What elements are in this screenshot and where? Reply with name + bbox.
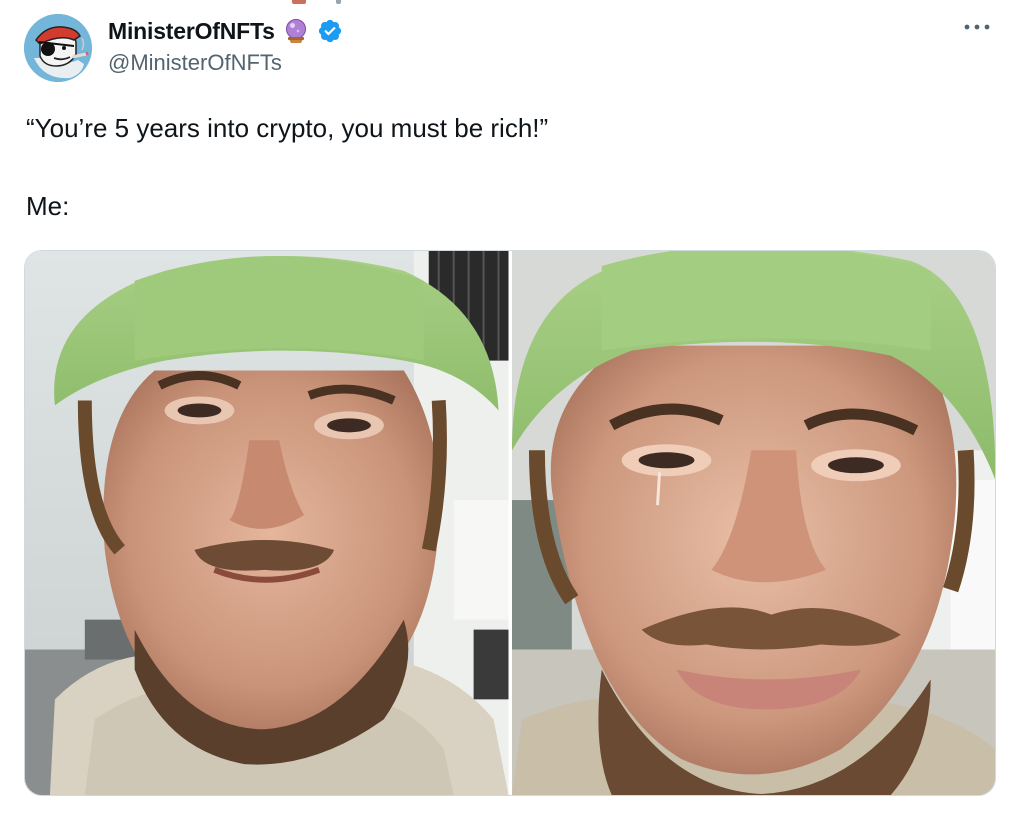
pirate-cartoon-avatar-icon [24,14,92,82]
tweet-text-line-2: Me: [26,191,70,221]
tweet-text: “You’re 5 years into crypto, you must be… [26,108,548,226]
more-options-icon [964,24,990,30]
author-display-name[interactable]: MinisterOfNFTs [108,18,275,45]
crystal-ball-icon [283,18,309,44]
tweet-text-spacer [26,148,548,186]
media-grid [24,250,996,796]
author-handle[interactable]: @MinisterOfNFTs [108,50,282,76]
avatar[interactable] [24,14,92,82]
more-options-button[interactable] [960,12,994,42]
tweet: MinisterOfNFTs @MinisterOfNFTs “You’re 5… [0,0,1024,817]
tweet-text-line-1: “You’re 5 years into crypto, you must be… [26,113,549,143]
crying-man-green-hat-image [25,251,509,795]
crying-man-green-hat-closeup-image [511,251,995,795]
previous-content-clip [0,0,1024,6]
author-name-row: MinisterOfNFTs [108,16,343,46]
photo-left[interactable] [25,251,509,795]
photo-right[interactable] [511,251,995,795]
verified-badge-icon[interactable] [317,18,343,44]
